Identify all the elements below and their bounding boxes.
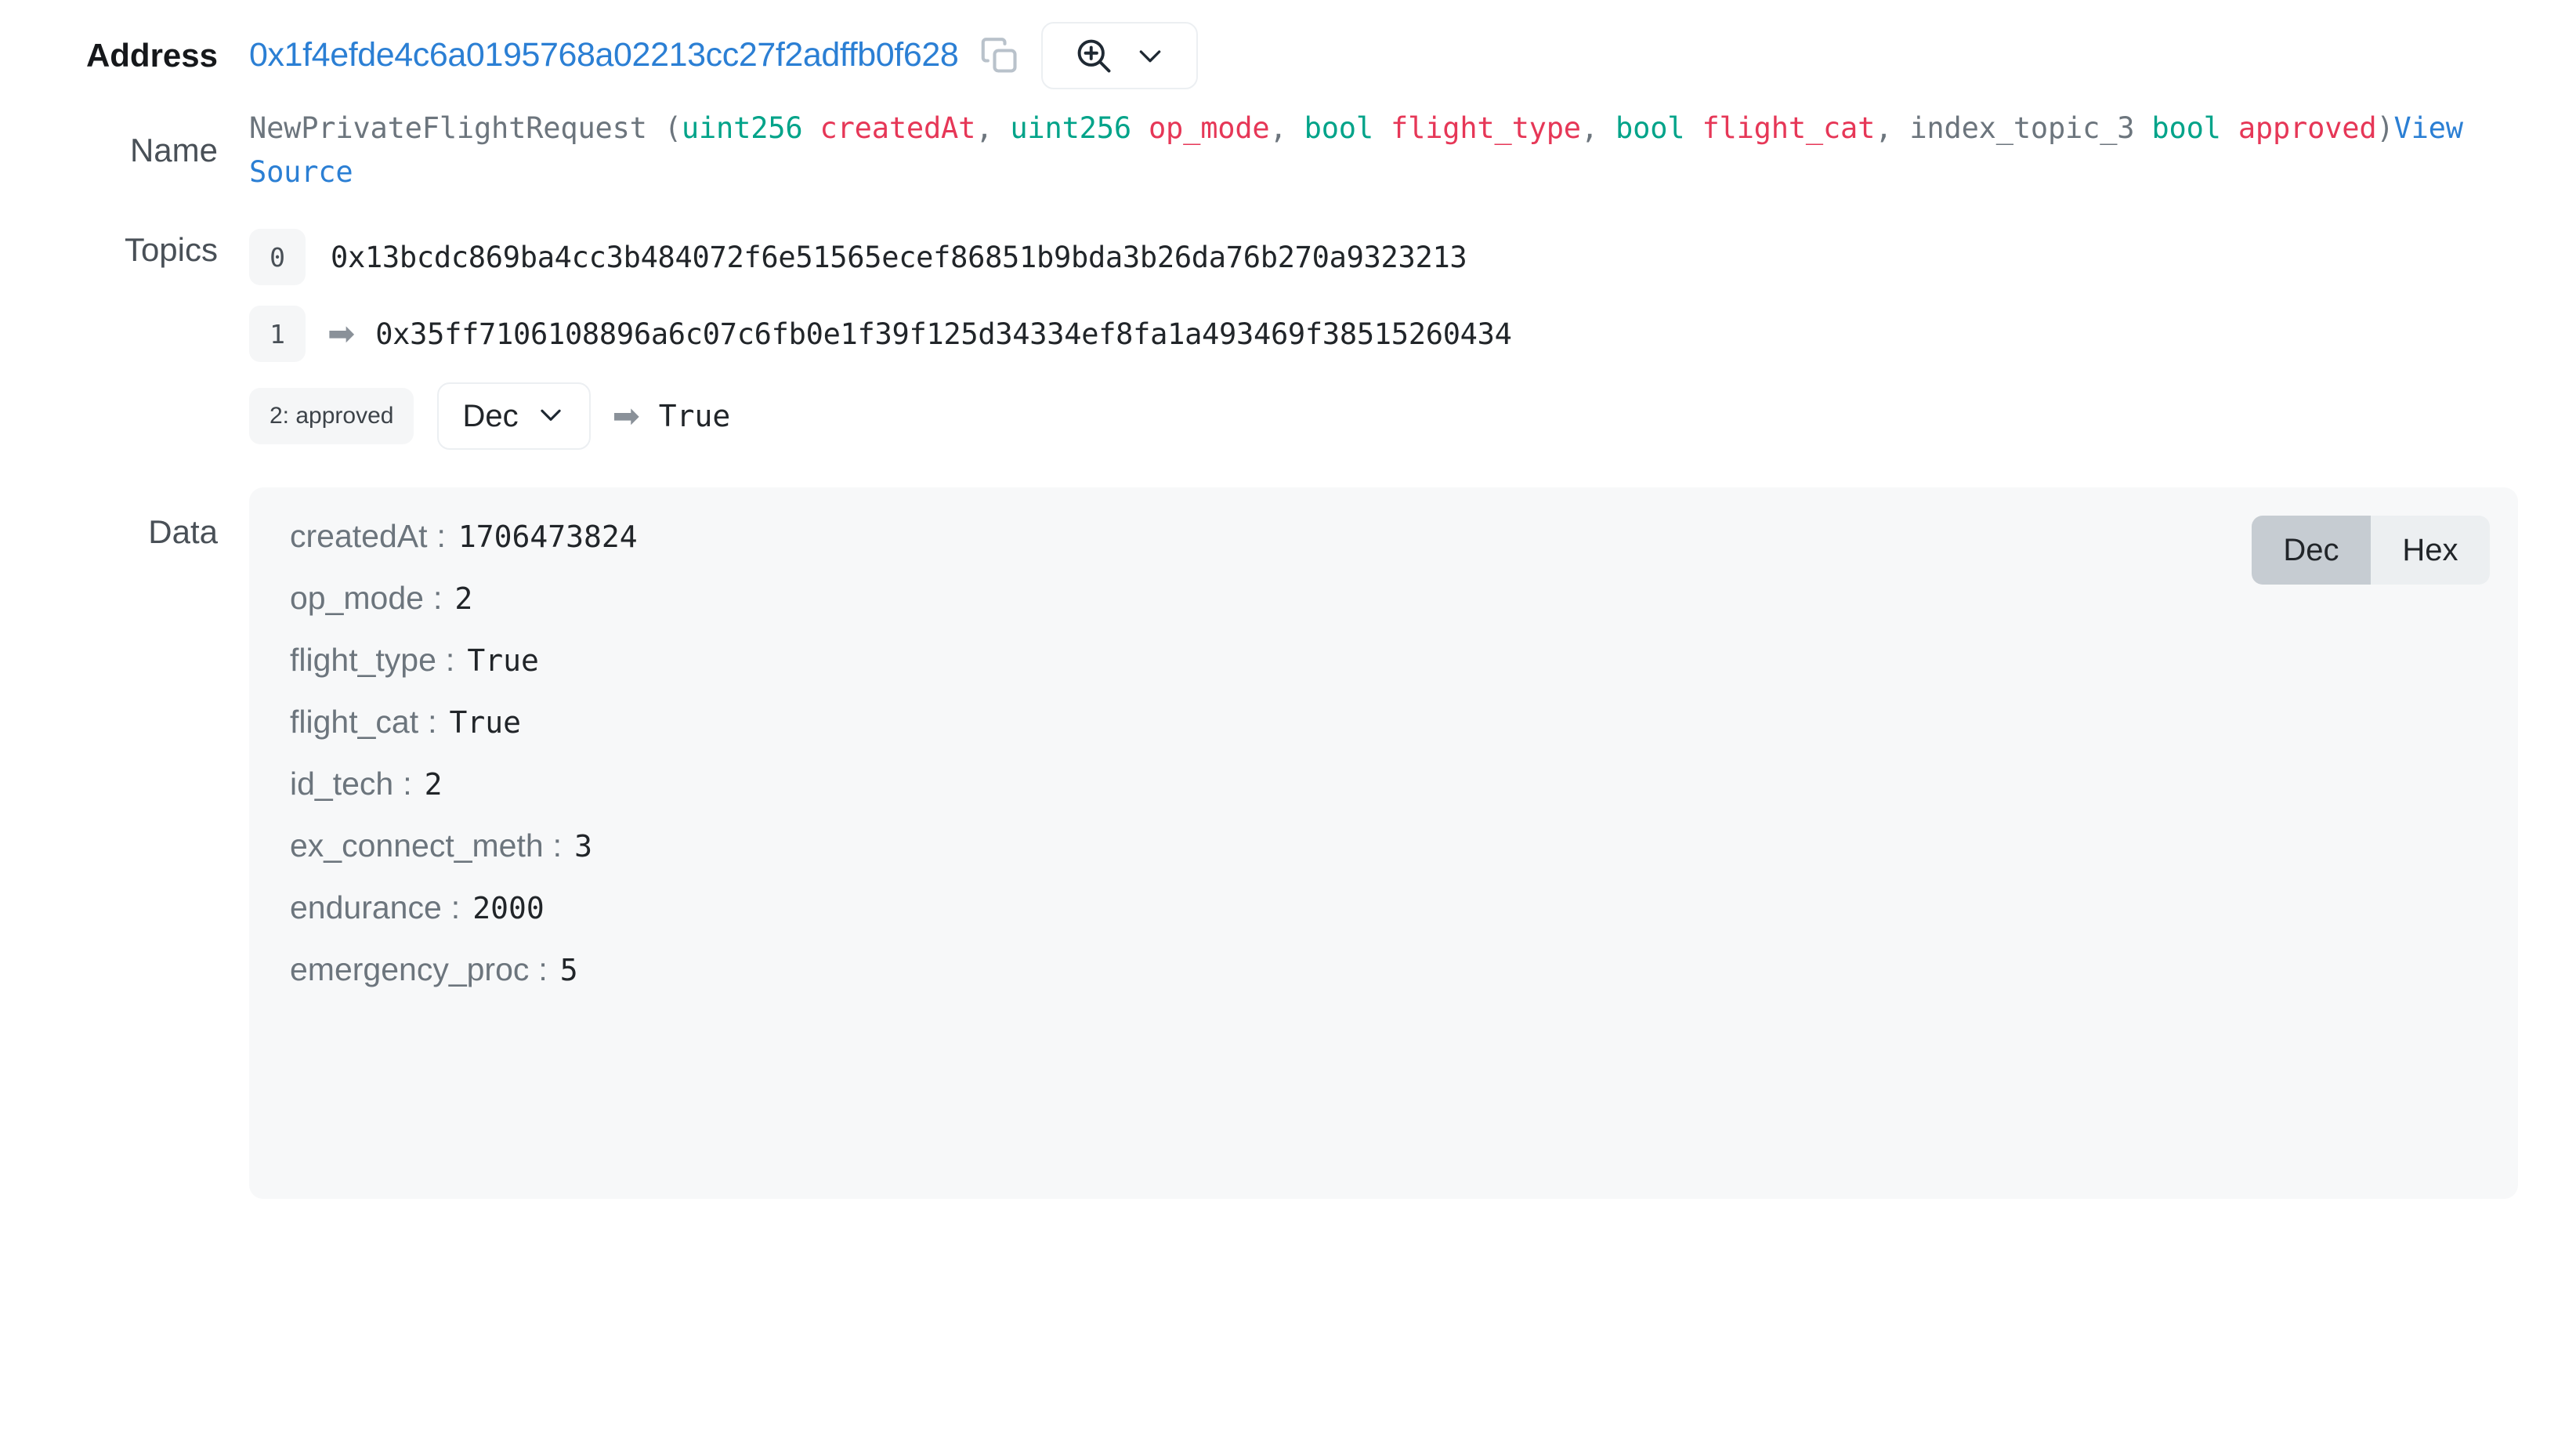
address-label: Address (85, 37, 218, 74)
param-index-prefix-4: index_topic_3 (1909, 111, 2152, 145)
param-type-4: bool (2151, 111, 2221, 145)
data-field-row: ex_connect_meth:3 (290, 830, 2477, 862)
signature-space (2221, 111, 2238, 145)
data-field-separator: : (428, 704, 437, 741)
data-field-row: endurance:2000 (290, 892, 2477, 924)
data-field-row: flight_cat: True (290, 706, 2477, 738)
chevron-down-icon (536, 400, 566, 433)
topic-decoded-row: 2: approved Dec ➡ True (249, 382, 2576, 451)
topic-row: 1 ➡ 0x35ff7106108896a6c07c6fb0e1f39f125d34… (249, 306, 2576, 363)
data-field-row: createdAt:1706473824 (290, 520, 2477, 552)
address-row: Address 0x1f4efde4c6a0195768a02213cc27f2… (0, 0, 2576, 89)
topic-hash: 0x35ff7106108896a6c07c6fb0e1f39f125d3433… (375, 317, 1512, 351)
data-format-toggle[interactable]: Dec Hex (2252, 516, 2490, 585)
arrow-right-icon: ➡ (327, 315, 356, 353)
magnify-plus-icon (1073, 35, 1114, 76)
data-field-key: endurance (290, 889, 442, 926)
param-type-2: bool (1304, 111, 1374, 145)
data-field-value: 2 (424, 767, 443, 802)
topics-row: Topics 0 0x13bcdc869ba4cc3b484072f6e51565… (0, 194, 2576, 451)
topic-index-badge: 0 (249, 229, 306, 286)
address-lookup-button[interactable] (1041, 22, 1199, 89)
name-body: NewPrivateFlightRequest (uint256 created… (249, 107, 2576, 194)
event-log-detail: Address 0x1f4efde4c6a0195768a02213cc27f2… (0, 0, 2576, 1434)
data-field-key: ex_connect_meth (290, 827, 544, 864)
topic-format-label: Dec (462, 398, 519, 433)
topic-hash: 0x13bcdc869ba4cc3b484072f6e51565ecef8685… (331, 240, 1467, 274)
signature-punct: ( (646, 111, 682, 145)
data-format-dec-button[interactable]: Dec (2252, 516, 2371, 585)
data-field-key: flight_cat (290, 704, 419, 741)
copy-address-button[interactable] (979, 34, 1021, 77)
topic-decoded-value: True (658, 399, 731, 434)
name-row: Name NewPrivateFlightRequest (uint256 cr… (0, 89, 2576, 194)
param-name-0: createdAt (819, 111, 976, 145)
event-signature: NewPrivateFlightRequest (uint256 created… (249, 107, 2568, 194)
data-format-hex-button[interactable]: Hex (2371, 516, 2490, 585)
name-label: Name (129, 132, 218, 169)
data-panel: createdAt:1706473824 op_mode:2 flight_type… (249, 487, 2518, 1200)
signature-punct: , (1269, 111, 1304, 145)
signature-space (802, 111, 819, 145)
signature-space (1684, 111, 1702, 145)
event-name: NewPrivateFlightRequest (249, 111, 647, 145)
topic-row: 0 0x13bcdc869ba4cc3b484072f6e51565ecef868… (249, 229, 2576, 286)
data-field-row: op_mode:2 (290, 582, 2477, 614)
data-field-row: id_tech:2 (290, 768, 2477, 800)
data-field-row: emergency_proc:5 (290, 954, 2477, 986)
data-field-list: createdAt:1706473824 op_mode:2 flight_type… (290, 520, 2477, 986)
address-link[interactable]: 0x1f4efde4c6a0195768a02213cc27f2adffb0f6… (249, 37, 959, 74)
signature-space (1131, 111, 1149, 145)
data-field-separator: : (403, 766, 412, 802)
topic-format-select[interactable]: Dec (437, 382, 591, 451)
data-field-key: createdAt (290, 518, 428, 555)
param-name-3: flight_cat (1702, 111, 1876, 145)
data-field-value: True (449, 705, 522, 741)
chevron-down-icon (1134, 40, 1166, 71)
data-field-separator: : (538, 951, 548, 988)
topic-index-badge: 1 (249, 306, 306, 363)
param-type-1: uint256 (1010, 111, 1131, 145)
data-field-key: emergency_proc (290, 951, 530, 988)
param-name-2: flight_type (1391, 111, 1581, 145)
data-field-key: id_tech (290, 766, 394, 802)
address-line: 0x1f4efde4c6a0195768a02213cc27f2adffb0f6… (249, 22, 2576, 89)
data-field-key: flight_type (290, 642, 436, 679)
arrow-right-icon: ➡ (612, 397, 640, 435)
address-body: 0x1f4efde4c6a0195768a02213cc27f2adffb0f6… (249, 22, 2576, 89)
data-field-row: flight_type: True (290, 644, 2477, 676)
data-field-value: True (467, 643, 539, 679)
signature-punct: , (1580, 111, 1616, 145)
data-field-separator: : (445, 642, 455, 679)
signature-space (1373, 111, 1391, 145)
param-type-3: bool (1615, 111, 1685, 145)
topics-list: 0 0x13bcdc869ba4cc3b484072f6e51565ecef868… (249, 229, 2576, 363)
data-field-value: 2000 (472, 891, 545, 926)
topics-label: Topics (124, 231, 218, 269)
copy-icon (979, 35, 1020, 76)
data-row: Data createdAt:1706473824 op_mode:2 flight… (0, 450, 2576, 1200)
signature-punct: ) (2376, 111, 2394, 145)
data-field-key: op_mode (290, 580, 424, 617)
param-name-4: approved (2238, 111, 2377, 145)
data-field-value: 2 (454, 581, 473, 617)
param-name-1: op_mode (1148, 111, 1270, 145)
data-field-separator: : (552, 827, 563, 864)
data-field-separator: : (436, 518, 446, 555)
data-label: Data (148, 513, 218, 551)
data-field-value: 3 (574, 829, 592, 864)
data-field-value: 1706473824 (458, 520, 638, 555)
data-field-value: 5 (559, 953, 578, 988)
signature-punct: , (1875, 111, 1910, 145)
signature-punct: , (975, 111, 1011, 145)
topic-param-badge: 2: approved (249, 388, 414, 445)
data-body: createdAt:1706473824 op_mode:2 flight_type… (249, 487, 2576, 1200)
topics-body: 0 0x13bcdc869ba4cc3b484072f6e51565ecef868… (249, 229, 2576, 451)
data-field-separator: : (450, 889, 461, 926)
data-field-separator: : (432, 580, 443, 617)
param-type-0: uint256 (681, 111, 803, 145)
